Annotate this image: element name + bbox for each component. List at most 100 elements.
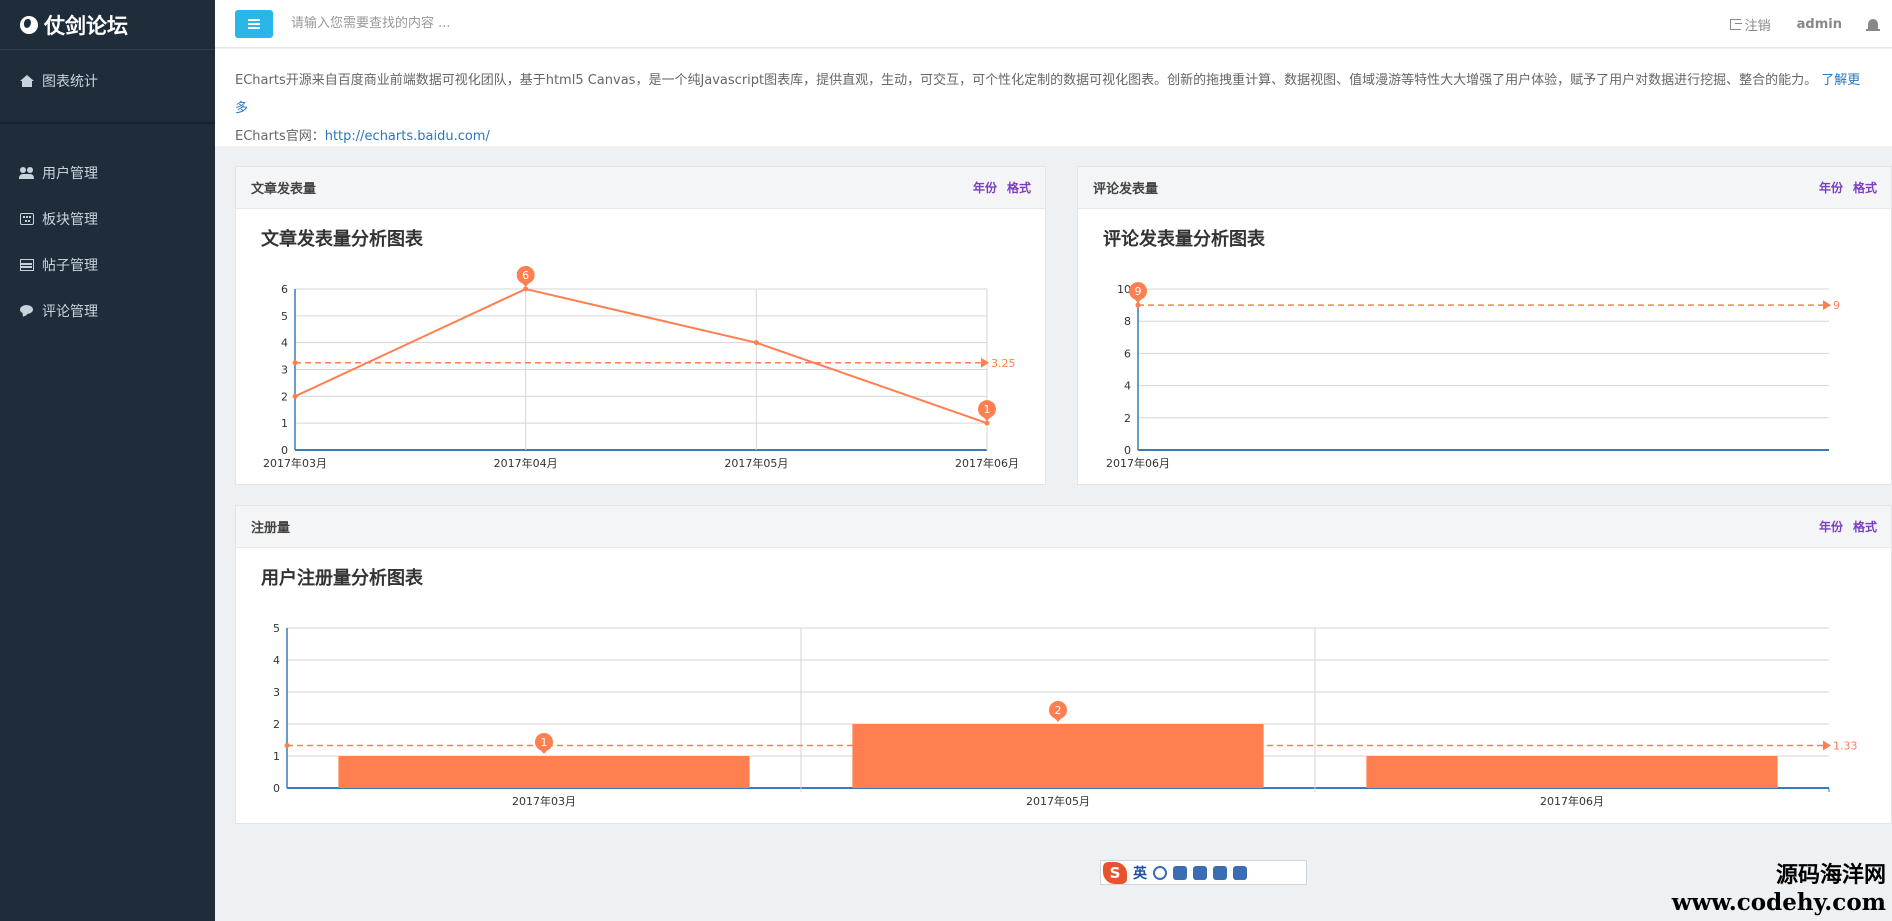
y-tick-label: 1 [281, 417, 288, 430]
ime-toolbar[interactable]: S 英 [1100, 860, 1307, 885]
brand[interactable]: 仗剑论坛 [0, 0, 215, 50]
intro-line-1: ECharts开源来自百度商业前端数据可视化团队，基于html5 Canvas，… [235, 67, 1872, 123]
sidebar-item-charts[interactable]: 图表统计 [0, 58, 215, 104]
comments-panel: 评论发表量 年份 格式 评论发表量分析图表 0 2 4 6 8 10 2017年06月 9 9 [1077, 166, 1892, 485]
panel-title: 评论发表量 [1093, 182, 1159, 197]
topbar: 注销 admin [215, 0, 1892, 48]
sidebar: 仗剑论坛 图表统计 用户管理 板块管理 帖子管理 评论管理 [0, 0, 215, 921]
marker-label: 6 [522, 269, 529, 282]
y-tick-label: 3 [281, 364, 288, 377]
panel-title: 文章发表量 [251, 182, 317, 197]
y-tick-label: 10 [1117, 283, 1131, 296]
x-tick-label: 2017年05月 [724, 456, 788, 470]
average-line-arrow [981, 357, 989, 368]
data-point [292, 393, 298, 399]
registrations-chart: 0 1 2 3 4 5 2017年03月 2017年05月 2017年06月 1.33 2 1 [273, 622, 1858, 808]
articles-chart: 0 1 2 3 4 5 6 2017年03月 2017年04月 2017年05月 2017年06月 6… [263, 266, 1019, 470]
watermark: 源码海洋网 www.codehy.com [1672, 861, 1886, 917]
user-name[interactable]: admin [1797, 17, 1842, 32]
panel-links: 年份 格式 [973, 179, 1031, 196]
sidebar-item-boards[interactable]: 板块管理 [0, 196, 215, 242]
y-tick-label: 5 [281, 310, 288, 323]
ime-logo[interactable]: S [1103, 861, 1127, 884]
skin-icon[interactable] [1213, 865, 1227, 880]
keyboard-icon [20, 213, 34, 225]
average-line-label: 3.25 [991, 357, 1016, 370]
users-icon [19, 167, 34, 179]
articles-panel: 文章发表量 年份 格式 文章发表量分析图表 0 1 2 3 4 5 6 2017年03月 201… [235, 166, 1046, 485]
y-tick-label: 0 [281, 444, 288, 457]
comments-chart: 0 2 4 6 8 10 2017年06月 9 9 [1106, 282, 1840, 470]
sidebar-item-label: 板块管理 [42, 212, 98, 228]
y-tick-label: 5 [273, 622, 280, 635]
panel-title: 注册量 [251, 521, 291, 536]
search-input[interactable] [291, 16, 691, 31]
panel-header: 注册量 年份 格式 [236, 506, 1891, 548]
app-title: 仗剑论坛 [44, 13, 128, 38]
hamburger-icon [248, 22, 260, 25]
marker-label: 9 [1135, 285, 1142, 298]
year-link[interactable]: 年份 [973, 179, 997, 196]
x-tick-label: 2017年03月 [512, 794, 576, 808]
site-label: ECharts官网： [235, 129, 325, 144]
data-point [753, 340, 759, 346]
y-tick-label: 0 [273, 782, 280, 795]
format-link[interactable]: 格式 [1853, 179, 1877, 196]
registrations-panel: 注册量 年份 格式 用户注册量分析图表 0 1 2 3 4 5 2017年03月 2017年0… [235, 505, 1892, 824]
panel-header: 评论发表量 年份 格式 [1078, 167, 1891, 209]
y-tick-label: 4 [1124, 380, 1131, 393]
x-tick-label: 2017年03月 [263, 456, 327, 470]
average-line-label: 1.33 [1833, 739, 1858, 752]
series-line [294, 287, 988, 425]
average-line-arrow [1823, 300, 1831, 311]
y-tick-label: 4 [273, 654, 280, 667]
topbar-right: 注销 admin [1729, 0, 1880, 48]
site-link[interactable]: http://echarts.baidu.com/ [325, 129, 490, 144]
x-tick-label: 2017年06月 [955, 456, 1019, 470]
toolbox-icon[interactable] [1233, 865, 1247, 880]
y-tick-label: 0 [1124, 444, 1131, 457]
sidebar-item-label: 帖子管理 [42, 258, 98, 274]
sidebar-item-comments[interactable]: 评论管理 [0, 288, 215, 334]
logout-link[interactable]: 注销 [1729, 15, 1771, 34]
emoji-icon[interactable] [1153, 865, 1167, 880]
y-tick-label: 8 [1124, 315, 1131, 328]
y-tick-label: 2 [273, 718, 280, 731]
data-point [523, 286, 529, 292]
format-link[interactable]: 格式 [1853, 518, 1877, 535]
sidebar-item-label: 图表统计 [42, 74, 98, 90]
intro-line-2: ECharts官网：http://echarts.baidu.com/ [235, 123, 1872, 151]
sidebar-item-users[interactable]: 用户管理 [0, 150, 215, 196]
watermark-line-2: www.codehy.com [1671, 889, 1886, 916]
bar [1366, 756, 1778, 788]
keyboard-icon[interactable] [1193, 865, 1207, 880]
logout-icon [1729, 18, 1742, 30]
y-tick-label: 4 [281, 337, 288, 350]
x-tick-label: 2017年06月 [1106, 456, 1170, 470]
comment-icon [20, 305, 34, 317]
home-icon [20, 75, 34, 87]
year-link[interactable]: 年份 [1819, 518, 1843, 535]
data-point [984, 420, 990, 426]
menu-toggle-button[interactable] [235, 9, 273, 38]
y-tick-label: 6 [1124, 347, 1131, 360]
bar [852, 724, 1264, 788]
panel-links: 年份 格式 [1819, 518, 1877, 535]
marker-label: 1 [984, 403, 991, 416]
nav-top: 图表统计 [0, 50, 215, 124]
format-link[interactable]: 格式 [1007, 179, 1031, 196]
nav-list: 用户管理 板块管理 帖子管理 评论管理 [0, 124, 215, 334]
sidebar-item-posts[interactable]: 帖子管理 [0, 242, 215, 288]
year-link[interactable]: 年份 [1819, 179, 1843, 196]
y-tick-label: 2 [1124, 412, 1131, 425]
x-tick-label: 2017年04月 [494, 456, 558, 470]
sidebar-item-label: 评论管理 [42, 304, 98, 320]
y-tick-label: 3 [273, 686, 280, 699]
y-tick-label: 6 [281, 283, 288, 296]
average-line-arrow [1823, 740, 1831, 751]
x-tick-label: 2017年05月 [1026, 794, 1090, 808]
bell-icon[interactable] [1866, 18, 1880, 31]
marker-label: 2 [1055, 704, 1062, 717]
microphone-icon[interactable] [1173, 865, 1187, 880]
ime-mode[interactable]: 英 [1133, 863, 1147, 883]
